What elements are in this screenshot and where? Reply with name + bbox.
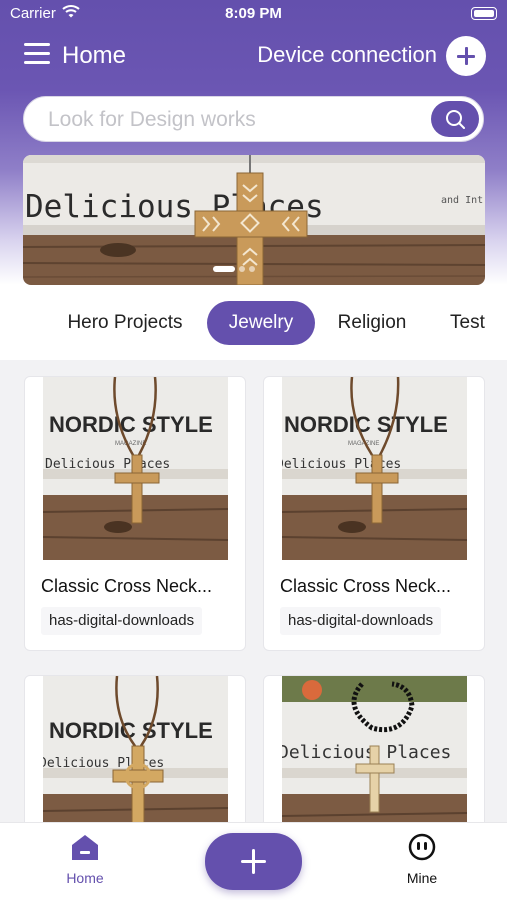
category-tabs: Hero Projects Jewelry Religion Test <box>0 285 507 360</box>
thumb-magazine: MAGAZINE <box>115 441 146 447</box>
tab-jewelry[interactable]: Jewelry <box>207 301 315 345</box>
pagination-dot <box>239 265 245 272</box>
product-image: NORDIC STYLE Delicious Places MAGAZINE <box>43 377 228 560</box>
thumb-title: NORDIC STYLE <box>284 412 448 437</box>
search-input[interactable]: Look for Design works <box>23 96 484 142</box>
product-card[interactable]: Delicious Places <box>263 675 485 822</box>
page-title: Home <box>62 42 127 69</box>
product-card[interactable]: NORDIC STYLE Delicious Places MAGAZINE C… <box>263 376 485 651</box>
add-device-button[interactable] <box>446 36 486 76</box>
product-grid: NORDIC STYLE Delicious Places MAGAZINE C… <box>0 360 507 822</box>
banner-pagination <box>213 260 259 278</box>
nav-bar: Home Device connection <box>0 34 507 78</box>
tab-test[interactable]: Test <box>440 301 507 345</box>
pagination-dot <box>249 265 255 272</box>
bottom-tab-bar: Home Mine <box>0 822 507 900</box>
status-time: 8:09 PM <box>225 5 282 22</box>
product-tag: has-digital-downloads <box>280 607 442 635</box>
thumb-subtitle: Delicious Places <box>282 742 451 763</box>
product-title: Classic Cross Neck... <box>280 576 452 596</box>
search-button[interactable] <box>431 101 479 137</box>
banner-small-text: and Int <box>441 195 483 206</box>
product-image: NORDIC STYLE Delicious Places MAGAZINE <box>282 377 467 560</box>
battery-icon <box>471 7 497 20</box>
product-image: Delicious Places <box>282 676 467 822</box>
create-button[interactable] <box>205 833 302 890</box>
search-placeholder: Look for Design works <box>48 108 256 131</box>
tab-hero-projects[interactable]: Hero Projects <box>52 301 198 345</box>
header-background: Carrier 8:09 PM Home Device connection L… <box>0 0 507 285</box>
tab-home-label: Home <box>66 870 104 886</box>
menu-icon[interactable] <box>24 43 50 65</box>
search-icon <box>446 110 465 129</box>
pagination-dot <box>213 265 235 272</box>
banner-carousel[interactable]: Delicious Places and Int <box>23 155 485 285</box>
tab-mine-label: Mine <box>406 870 438 886</box>
home-icon <box>72 835 98 860</box>
tab-mine[interactable]: Mine <box>393 833 451 886</box>
thumb-subtitle: Delicious Places <box>282 457 401 472</box>
product-image: NORDIC STYLE Delicious Places <box>43 676 228 822</box>
device-connection-link[interactable]: Device connection <box>257 42 437 68</box>
product-card[interactable]: NORDIC STYLE Delicious Places <box>24 675 246 822</box>
thumb-subtitle: Delicious Places <box>45 457 170 472</box>
tab-home[interactable]: Home <box>56 833 114 886</box>
product-tag: has-digital-downloads <box>41 607 203 635</box>
product-title: Classic Cross Neck... <box>41 576 213 596</box>
thumb-title: NORDIC STYLE <box>49 412 213 437</box>
product-card[interactable]: NORDIC STYLE Delicious Places MAGAZINE C… <box>24 376 246 651</box>
profile-icon <box>408 833 436 861</box>
tab-religion[interactable]: Religion <box>328 301 416 345</box>
status-bar: Carrier 8:09 PM <box>0 0 507 28</box>
